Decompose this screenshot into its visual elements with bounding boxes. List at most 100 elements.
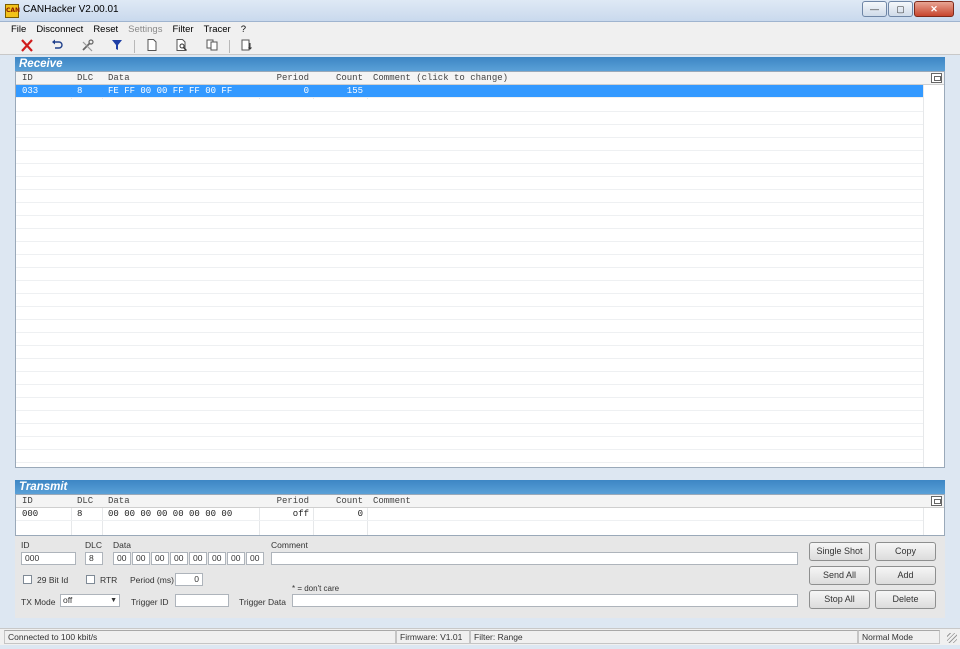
column-dlc[interactable]: DLC [73, 72, 102, 85]
toolbar [0, 38, 960, 55]
status-bar: Connected to 100 kbit/s Firmware: V1.01 … [0, 628, 960, 645]
period-label: Period (ms) [130, 575, 174, 585]
dlc-label: DLC [85, 540, 103, 550]
table-row[interactable]: 000 8 00 00 00 00 00 00 00 00 off 0 [16, 508, 923, 521]
menu-help[interactable]: ? [236, 22, 251, 38]
column-data[interactable]: Data [104, 495, 259, 508]
undo-icon[interactable] [42, 39, 72, 54]
export-icon[interactable] [232, 39, 262, 54]
data-byte-2[interactable]: 00 [151, 552, 169, 565]
transmit-table-header: ID DLC Data Period Count Comment [16, 495, 944, 508]
stop-all-button[interactable]: Stop All [809, 590, 870, 609]
resize-grip-icon[interactable] [947, 633, 957, 643]
expand-icon[interactable] [931, 496, 942, 506]
menu-bar: File Disconnect Reset Settings Filter Tr… [0, 22, 960, 38]
column-dlc[interactable]: DLC [73, 495, 102, 508]
cell-data: 00 00 00 00 00 00 00 00 [108, 509, 233, 519]
maximize-button[interactable]: ▢ [888, 1, 913, 17]
new-icon[interactable] [137, 38, 167, 54]
window-title: CANHacker V2.00.01 [23, 4, 119, 15]
rtr-label: RTR [100, 575, 118, 585]
status-connection: Connected to 100 kbit/s [4, 630, 396, 644]
trigger-data-input[interactable] [292, 594, 798, 607]
data-byte-5[interactable]: 00 [208, 552, 226, 565]
tx-mode-value: off [63, 595, 73, 605]
disconnect-icon[interactable] [12, 38, 42, 54]
cell-data: FE FF 00 00 FF FF 00 FF [108, 86, 233, 96]
filter-icon[interactable] [102, 39, 132, 54]
tx-mode-label: TX Mode [21, 597, 56, 607]
column-count[interactable]: Count [315, 495, 367, 508]
expand-icon[interactable] [931, 73, 942, 83]
transmit-table[interactable]: ID DLC Data Period Count Comment 000 8 0… [15, 494, 945, 536]
column-id[interactable]: ID [18, 495, 71, 508]
menu-file[interactable]: File [6, 22, 31, 38]
rtr-checkbox[interactable] [86, 575, 95, 584]
add-button[interactable]: Add [875, 566, 936, 585]
column-data[interactable]: Data [104, 72, 259, 85]
send-all-button[interactable]: Send All [809, 566, 870, 585]
status-firmware: Firmware: V1.01 [396, 630, 470, 644]
toolbar-separator [229, 39, 230, 53]
data-byte-4[interactable]: 00 [189, 552, 207, 565]
dlc-input[interactable]: 8 [85, 552, 103, 565]
data-byte-3[interactable]: 00 [170, 552, 188, 565]
can-icon: CAN [5, 4, 20, 18]
column-id[interactable]: ID [18, 72, 71, 85]
cell-id: 000 [22, 509, 39, 519]
chevron-down-icon: ▼ [110, 597, 117, 604]
column-comment[interactable]: Comment (click to change) [369, 72, 923, 85]
close-button[interactable]: ✕ [914, 1, 954, 17]
cell-comment[interactable] [369, 508, 923, 521]
id-input[interactable]: 000 [21, 552, 76, 565]
cell-comment[interactable] [369, 85, 923, 98]
menu-reset[interactable]: Reset [88, 22, 123, 38]
transmit-header: Transmit [15, 480, 945, 494]
toolbar-separator [134, 39, 135, 53]
29-bit-id-checkbox[interactable] [23, 575, 32, 584]
column-period[interactable]: Period [261, 495, 313, 508]
copy-icon[interactable] [197, 39, 227, 54]
data-byte-0[interactable]: 00 [113, 552, 131, 565]
receive-header: Receive [15, 57, 945, 71]
cell-dlc: 8 [77, 509, 83, 519]
table-row[interactable]: 033 8 FE FF 00 00 FF FF 00 FF 0 155 [16, 85, 923, 98]
empty-rows [16, 99, 923, 467]
copy-button[interactable]: Copy [875, 542, 936, 561]
cell-count: 0 [357, 509, 363, 519]
tx-mode-select[interactable]: off ▼ [60, 594, 120, 607]
trigger-id-label: Trigger ID [131, 597, 169, 607]
dont-care-note: * = don't care [292, 584, 340, 593]
data-byte-6[interactable]: 00 [227, 552, 245, 565]
minimize-button[interactable]: — [862, 1, 887, 17]
data-byte-7[interactable]: 00 [246, 552, 264, 565]
single-shot-button[interactable]: Single Shot [809, 542, 870, 561]
data-byte-1[interactable]: 00 [132, 552, 150, 565]
menu-filter[interactable]: Filter [167, 22, 198, 38]
data-label: Data [113, 540, 131, 550]
title-bar: CAN CANHacker V2.00.01 — ▢ ✕ [0, 0, 960, 22]
id-label: ID [21, 540, 30, 550]
menu-disconnect[interactable]: Disconnect [31, 22, 88, 38]
preview-icon[interactable] [167, 38, 197, 54]
settings-icon[interactable] [72, 38, 102, 54]
receive-table-header: ID DLC Data Period Count Comment (click … [16, 72, 944, 85]
menu-tracer[interactable]: Tracer [199, 22, 236, 38]
cell-period: 0 [303, 86, 309, 96]
cell-dlc: 8 [77, 86, 83, 96]
trigger-id-input[interactable] [175, 594, 229, 607]
column-count[interactable]: Count [315, 72, 367, 85]
comment-input[interactable] [271, 552, 798, 565]
menu-settings[interactable]: Settings [123, 22, 167, 38]
receive-table[interactable]: ID DLC Data Period Count Comment (click … [15, 71, 945, 468]
delete-button[interactable]: Delete [875, 590, 936, 609]
period-input[interactable]: 0 [175, 573, 203, 586]
comment-label: Comment [271, 540, 308, 550]
transmit-editor: ID 000 DLC 8 Data 00 00 00 00 00 00 00 0… [15, 536, 945, 618]
cell-count: 155 [346, 86, 363, 96]
29-bit-id-label: 29 Bit Id [37, 575, 69, 585]
column-period[interactable]: Period [261, 72, 313, 85]
status-mode: Normal Mode [858, 630, 940, 644]
cell-period: off [292, 509, 309, 519]
column-comment[interactable]: Comment [369, 495, 923, 508]
